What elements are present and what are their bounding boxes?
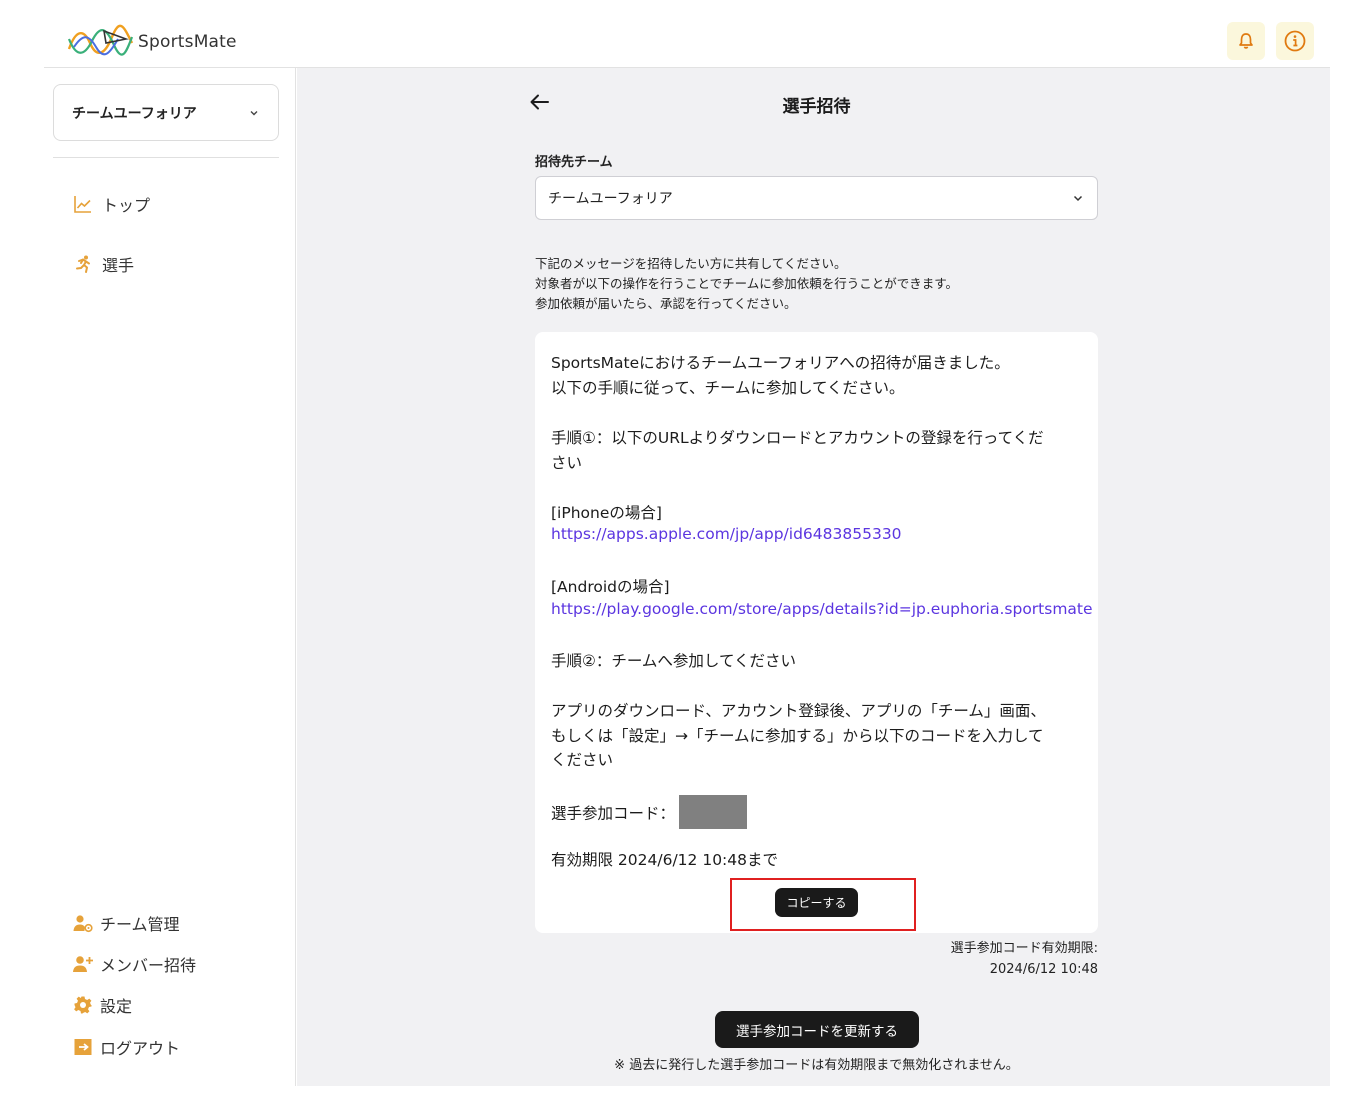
sidebar-divider bbox=[53, 157, 279, 158]
chevron-down-icon bbox=[1073, 195, 1083, 202]
invite-team-select-value: チームユーフォリア bbox=[548, 191, 673, 207]
logo-mark-icon bbox=[67, 24, 134, 56]
sidebar-item-players[interactable]: 選手 bbox=[72, 252, 134, 276]
android-app-link[interactable]: https://play.google.com/store/apps/detai… bbox=[551, 600, 1093, 618]
logo-text: SportsMate bbox=[138, 32, 237, 52]
sidebar-item-label: 選手 bbox=[102, 256, 135, 275]
notification-button[interactable] bbox=[1227, 22, 1265, 60]
code-expiry-title: 選手参加コード有効期限: bbox=[950, 941, 1098, 956]
gear-icon bbox=[72, 994, 94, 1016]
bell-icon bbox=[1239, 33, 1253, 49]
add-member-icon bbox=[72, 953, 94, 975]
share-instructions: 下記のメッセージを招待したい方に共有してください。 対象者が以下の操作を行うこと… bbox=[535, 254, 958, 314]
code-expiry-label: 選手参加コード有効期限: 2024/6/12 10:48 bbox=[951, 938, 1098, 980]
page-title: 選手招待 bbox=[782, 97, 851, 117]
invite-message-card: SportsMateにおけるチームユーフォリアへの招待が届きました。 以下の手順… bbox=[535, 332, 1098, 933]
refresh-code-button[interactable]: 選手参加コードを更新する bbox=[715, 1011, 919, 1048]
code-line: 選手参加コード： bbox=[551, 795, 748, 831]
team-manage-icon bbox=[72, 912, 94, 934]
android-label: [Androidの場合] bbox=[551, 578, 670, 596]
message-line: 手順②：チームへ参加してください bbox=[551, 652, 797, 670]
sidebar-item-label: チーム管理 bbox=[100, 915, 180, 934]
team-switcher[interactable]: チームユーフォリア bbox=[53, 84, 279, 141]
sidebar-item-logout[interactable]: ログアウト bbox=[72, 1035, 180, 1059]
sidebar-item-team-management[interactable]: チーム管理 bbox=[72, 911, 180, 935]
sidebar-item-label: メンバー招待 bbox=[100, 956, 197, 975]
iphone-app-link[interactable]: https://apps.apple.com/jp/app/id64838553… bbox=[551, 525, 902, 543]
invite-team-select[interactable]: チームユーフォリア bbox=[535, 176, 1098, 220]
sidebar-item-label: ログアウト bbox=[100, 1039, 181, 1058]
logout-icon bbox=[72, 1036, 94, 1058]
iphone-label: [iPhoneの場合] bbox=[551, 504, 662, 522]
sidebar-item-settings[interactable]: 設定 bbox=[72, 993, 132, 1017]
message-expiry: 有効期限 2024/6/12 10:48まで bbox=[551, 851, 778, 869]
app-header: SportsMate bbox=[44, 0, 1330, 68]
chevron-down-icon bbox=[250, 110, 258, 115]
redacted-code bbox=[679, 795, 748, 829]
code-expiry-value: 2024/6/12 10:48 bbox=[989, 962, 1098, 977]
message-line: SportsMateにおけるチームユーフォリアへの招待が届きました。 bbox=[551, 354, 1010, 372]
refresh-note: ※ 過去に発行した選手参加コードは有効期限まで無効化されません。 bbox=[614, 1058, 1019, 1073]
instruction-line: 下記のメッセージを招待したい方に共有してください。 bbox=[535, 256, 847, 271]
app-logo[interactable]: SportsMate bbox=[66, 22, 237, 62]
message-line: ください bbox=[551, 751, 614, 769]
main-content: 選手招待 招待先チーム チームユーフォリア 下記のメッセージを招待したい方に共有… bbox=[297, 68, 1330, 1086]
message-line: さい bbox=[551, 454, 583, 472]
team-switcher-value: チームユーフォリア bbox=[72, 105, 197, 122]
code-label: 選手参加コード： bbox=[551, 804, 676, 823]
message-line: 手順①：以下のURLよりダウンロードとアカウントの登録を行ってくだ bbox=[551, 429, 1044, 447]
sidebar: チームユーフォリア トップ 選手 チーム管理 メンバー招待 設定 ログアウト bbox=[44, 68, 296, 1086]
message-line: アプリのダウンロード、アカウント登録後、アプリの「チーム」画面、 bbox=[551, 702, 1046, 720]
sidebar-item-invite-member[interactable]: メンバー招待 bbox=[72, 952, 196, 976]
runner-icon bbox=[72, 253, 94, 275]
info-icon bbox=[1284, 30, 1306, 52]
instruction-line: 参加依頼が届いたら、承認を行ってください。 bbox=[535, 296, 797, 311]
sidebar-item-label: 設定 bbox=[100, 997, 133, 1016]
message-line: もしくは「設定」→「チームに参加する」から以下のコードを入力して bbox=[551, 727, 1044, 745]
message-line: 以下の手順に従って、チームに参加してください。 bbox=[551, 379, 905, 397]
sidebar-item-label: トップ bbox=[102, 196, 151, 215]
invite-team-label: 招待先チーム bbox=[535, 155, 613, 170]
info-button[interactable] bbox=[1276, 22, 1314, 60]
instruction-line: 対象者が以下の操作を行うことでチームに参加依頼を行うことができます。 bbox=[535, 276, 959, 291]
chart-icon bbox=[72, 193, 94, 215]
sidebar-item-top[interactable]: トップ bbox=[72, 192, 150, 216]
copy-button[interactable]: コピーする bbox=[775, 888, 858, 917]
